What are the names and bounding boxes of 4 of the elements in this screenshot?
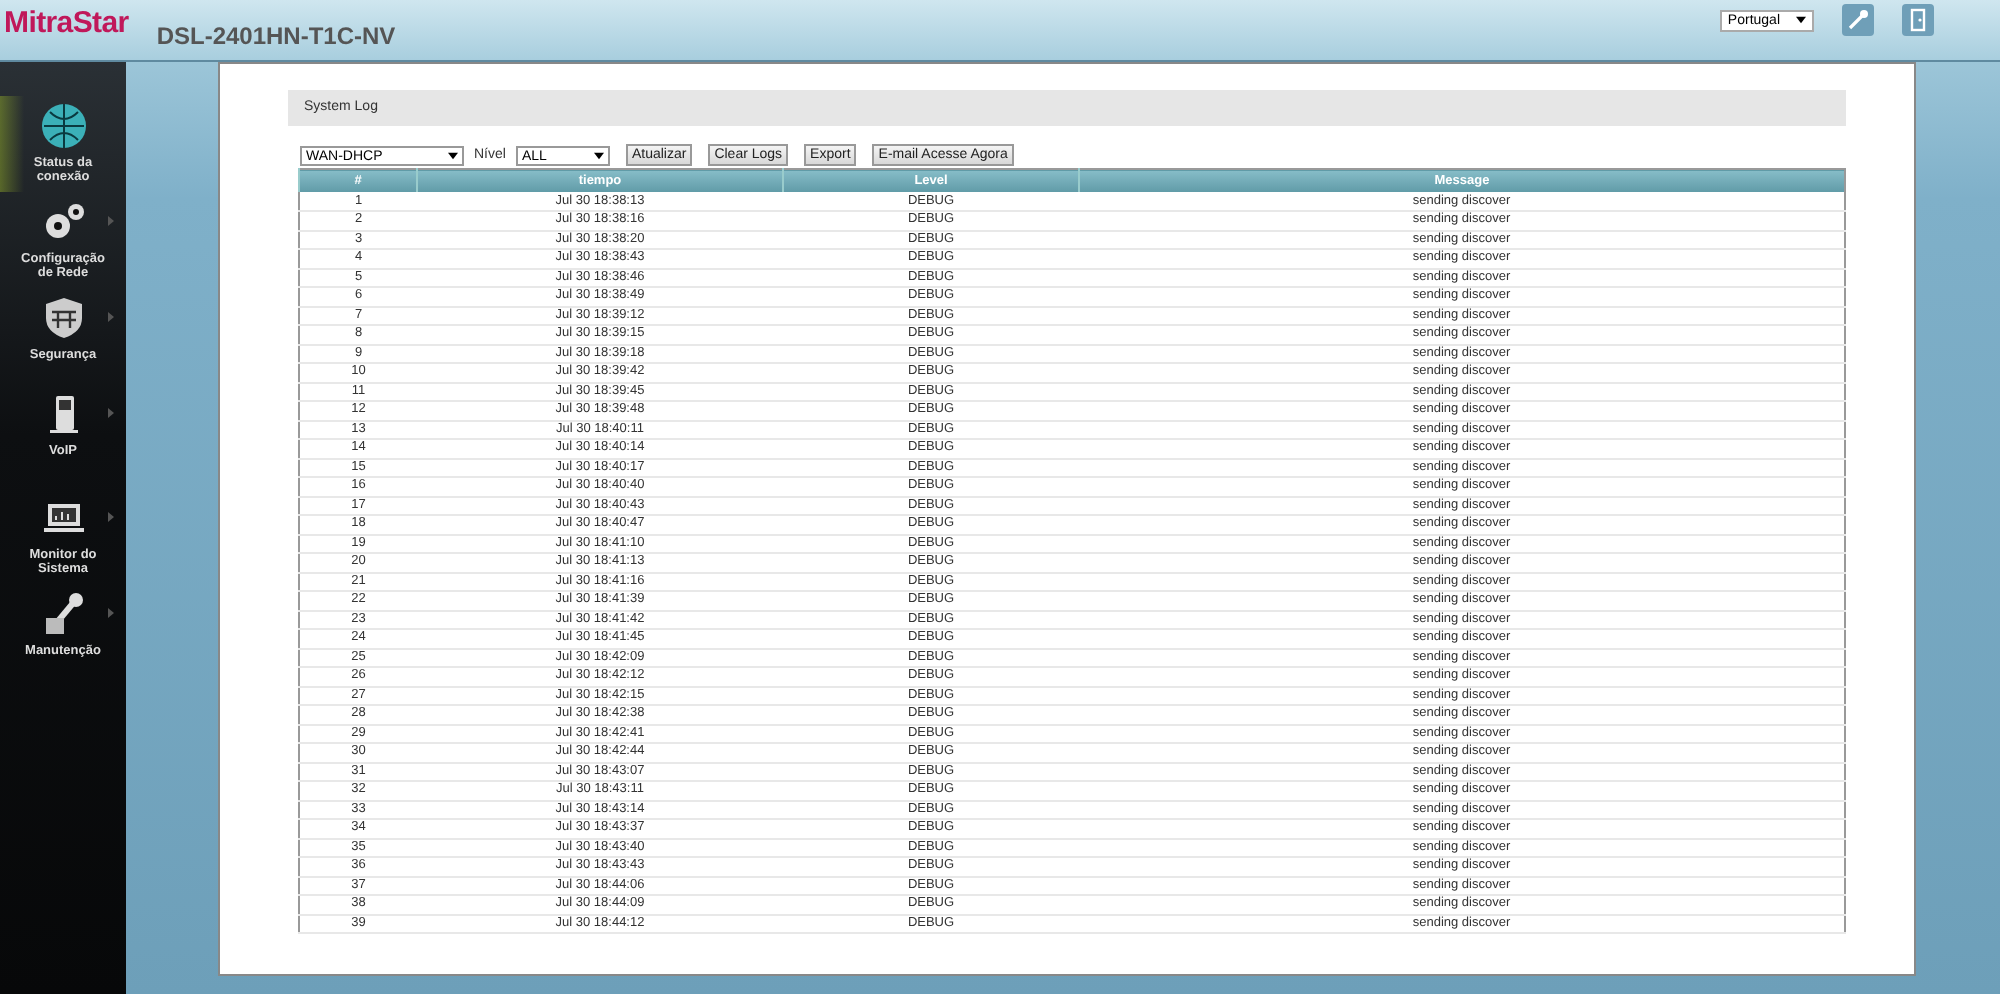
logout-icon[interactable] [1902, 4, 1934, 36]
logo: MitraStar [2, 5, 129, 43]
globe-icon [39, 102, 87, 150]
model-name: DSL-2401HN-T1C-NV [156, 22, 396, 50]
